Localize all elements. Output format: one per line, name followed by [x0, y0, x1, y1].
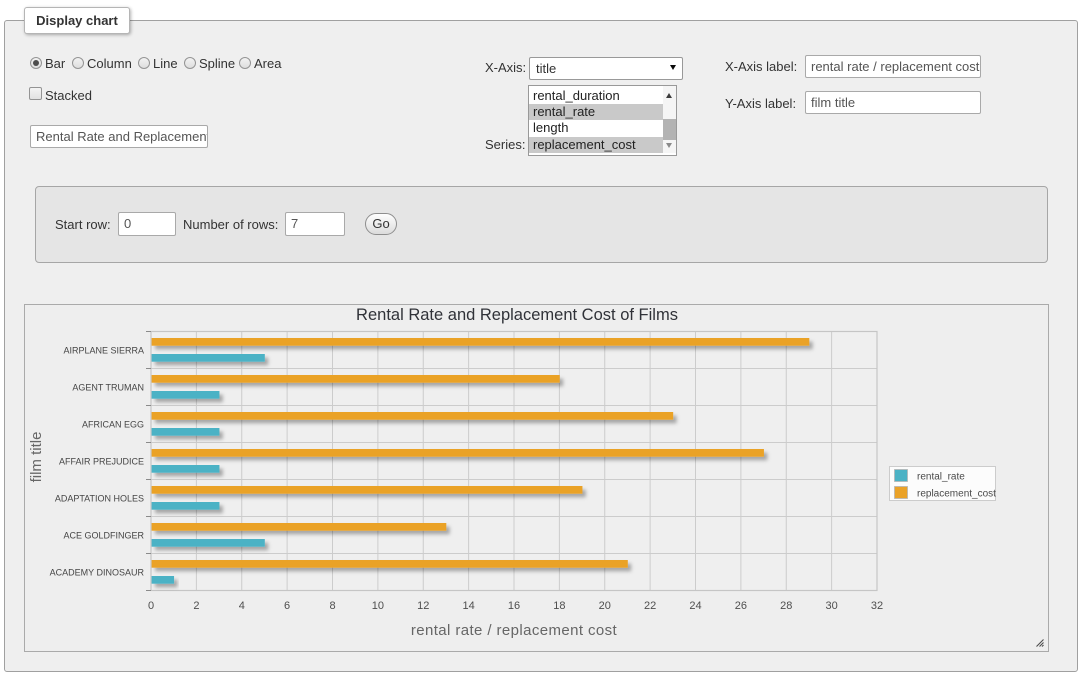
- svg-text:2: 2: [193, 600, 199, 612]
- svg-text:8: 8: [329, 600, 335, 612]
- svg-text:26: 26: [735, 600, 747, 612]
- svg-text:14: 14: [462, 600, 474, 612]
- svg-text:32: 32: [871, 600, 883, 612]
- svg-text:AFRICAN EGG: AFRICAN EGG: [82, 420, 144, 430]
- svg-text:4: 4: [239, 600, 245, 612]
- svg-text:rental rate / replacement cost: rental rate / replacement cost: [411, 622, 618, 639]
- svg-text:16: 16: [508, 600, 520, 612]
- svg-text:0: 0: [148, 600, 154, 612]
- svg-text:20: 20: [599, 600, 611, 612]
- svg-text:ACE GOLDFINGER: ACE GOLDFINGER: [63, 531, 144, 541]
- svg-text:film title: film title: [28, 432, 45, 483]
- svg-text:18: 18: [553, 600, 565, 612]
- svg-text:AFFAIR PREJUDICE: AFFAIR PREJUDICE: [59, 457, 144, 467]
- svg-text:6: 6: [284, 600, 290, 612]
- svg-text:24: 24: [689, 600, 701, 612]
- svg-text:AGENT TRUMAN: AGENT TRUMAN: [72, 383, 144, 393]
- svg-text:Rental Rate and Replacement Co: Rental Rate and Replacement Cost of Film…: [356, 306, 678, 324]
- svg-text:30: 30: [825, 600, 837, 612]
- svg-text:AIRPLANE SIERRA: AIRPLANE SIERRA: [63, 346, 144, 356]
- svg-text:28: 28: [780, 600, 792, 612]
- svg-text:10: 10: [372, 600, 384, 612]
- svg-text:12: 12: [417, 600, 429, 612]
- svg-text:replacement_cost: replacement_cost: [917, 489, 996, 500]
- svg-text:ACADEMY DINOSAUR: ACADEMY DINOSAUR: [50, 568, 145, 578]
- svg-text:rental_rate: rental_rate: [917, 472, 965, 483]
- svg-text:22: 22: [644, 600, 656, 612]
- svg-text:ADAPTATION HOLES: ADAPTATION HOLES: [55, 494, 144, 504]
